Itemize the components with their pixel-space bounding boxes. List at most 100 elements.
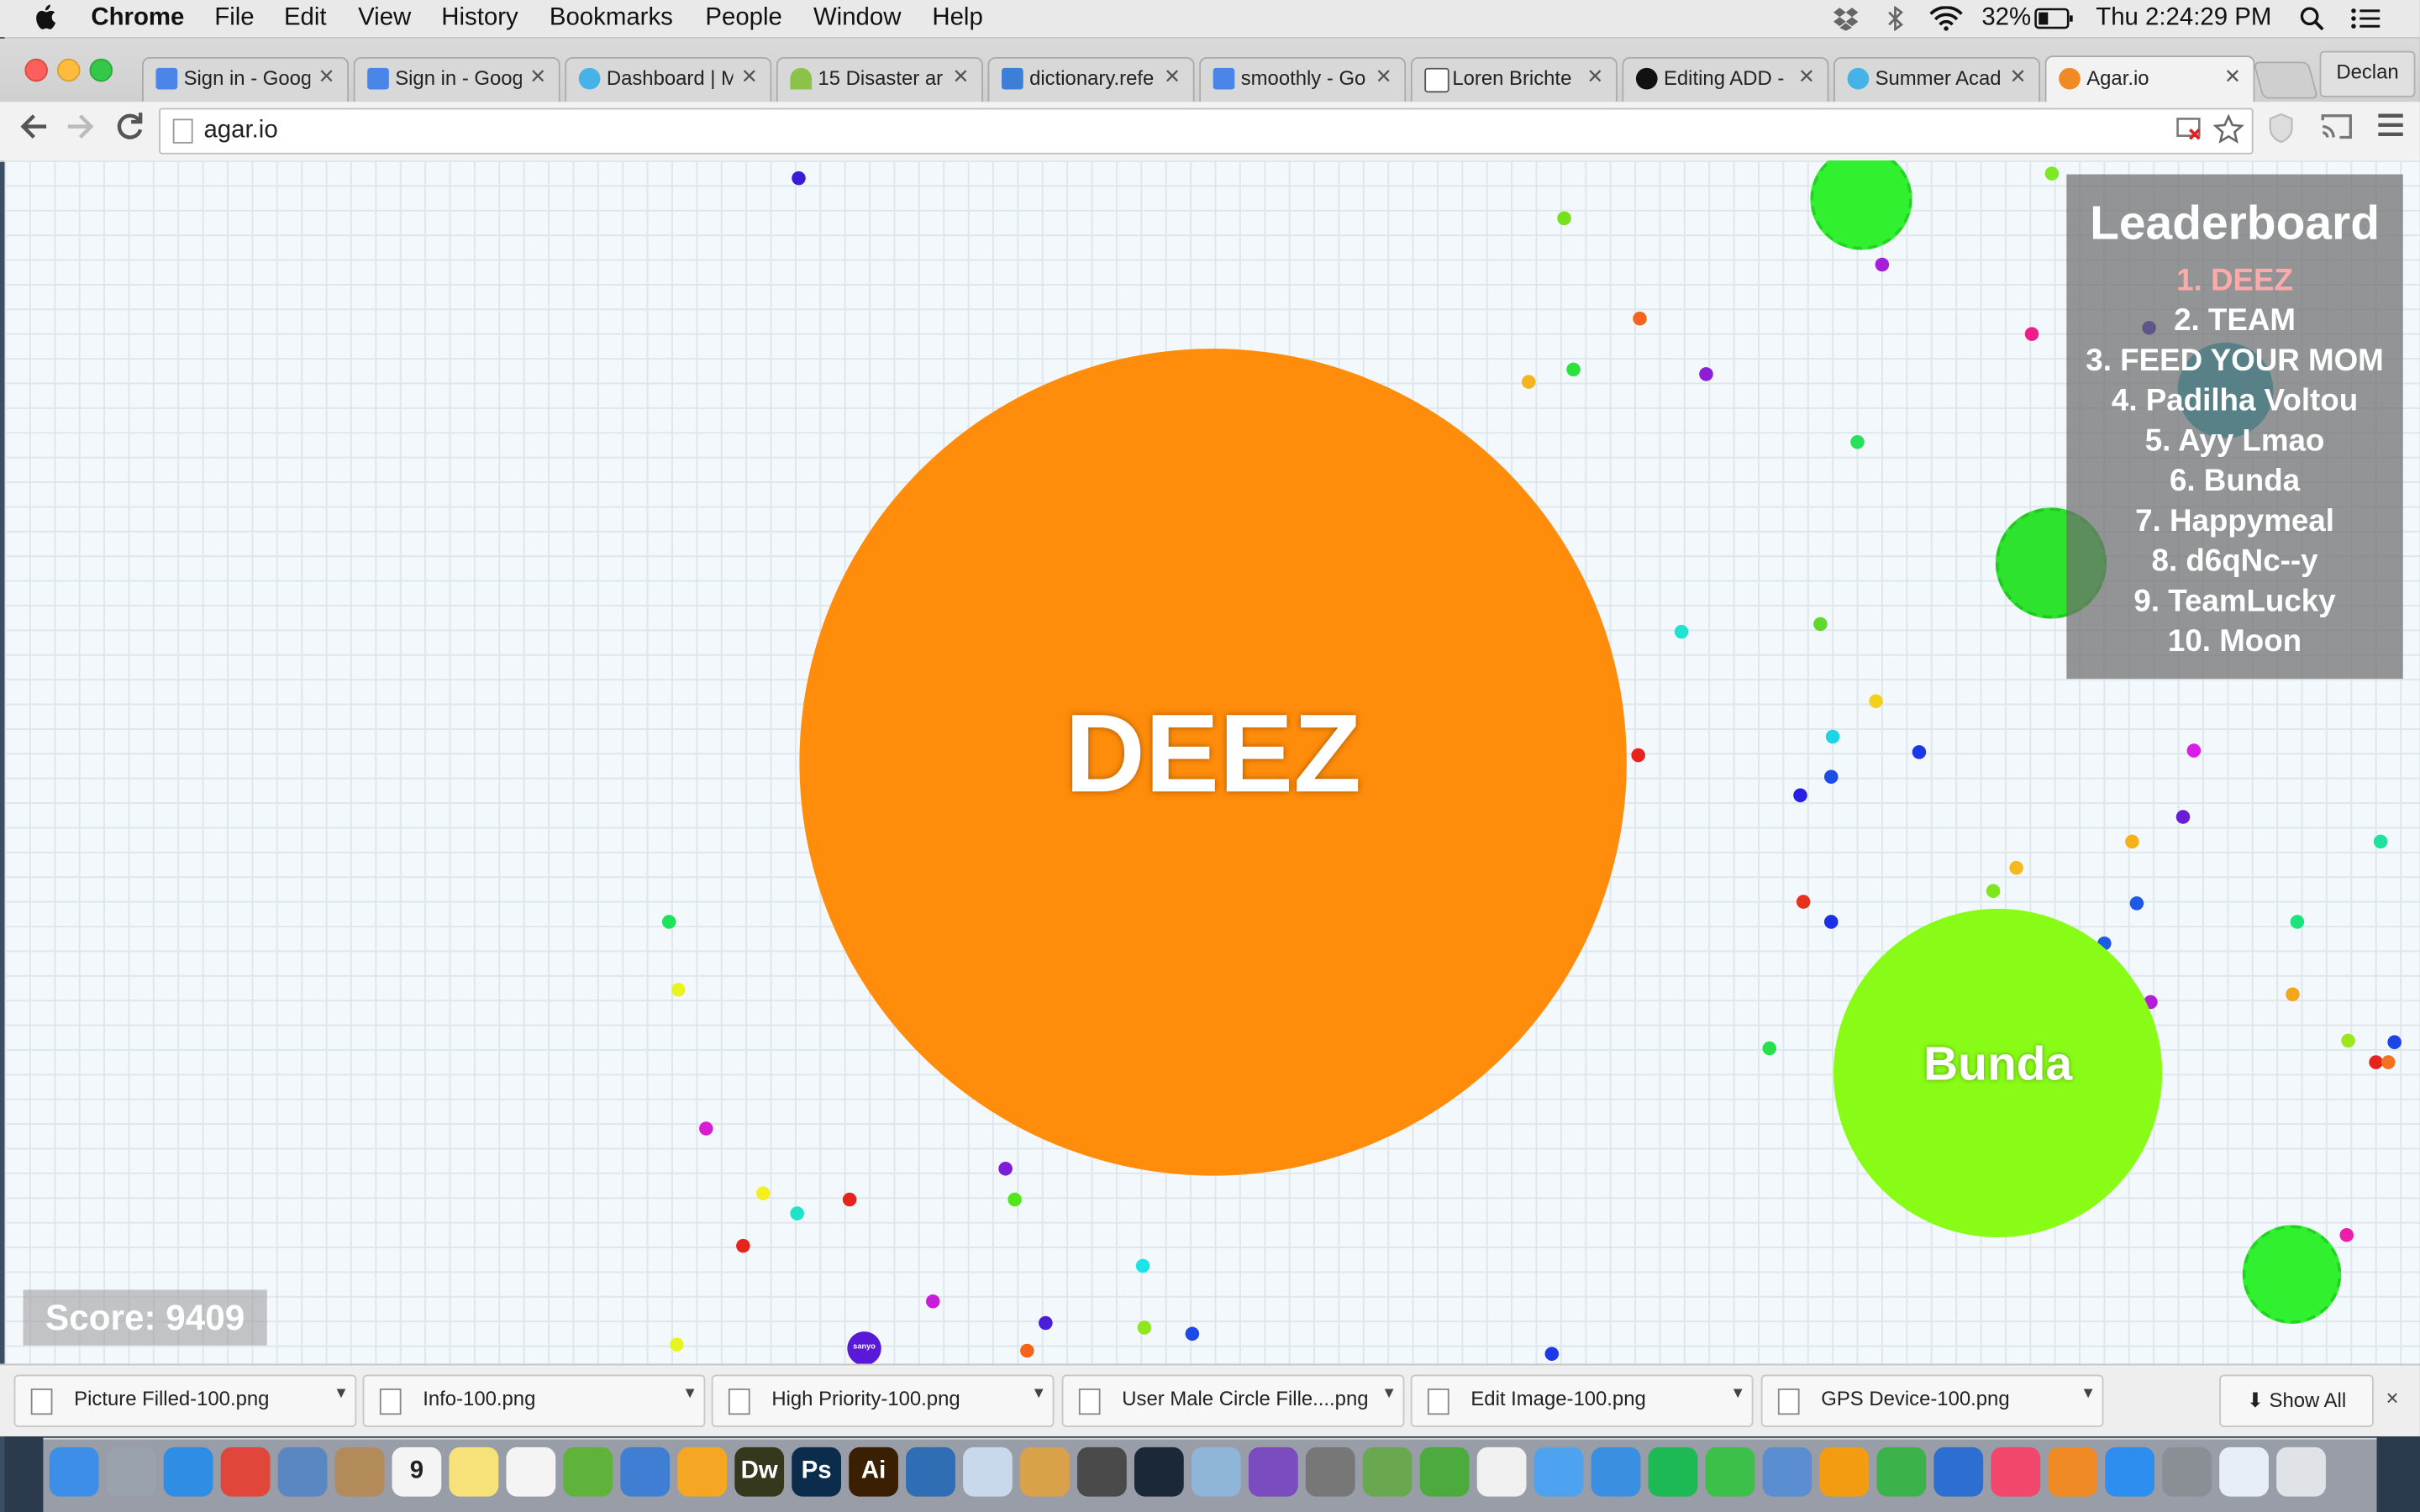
contacts-icon[interactable]: [334, 1446, 385, 1497]
utorrent-icon[interactable]: [1419, 1446, 1470, 1497]
finder-icon[interactable]: [49, 1446, 99, 1497]
xcode-icon[interactable]: [620, 1446, 671, 1497]
ibooks-icon[interactable]: [2048, 1446, 2098, 1497]
messages-icon[interactable]: [1534, 1446, 1584, 1497]
wifi-icon[interactable]: [1929, 5, 1963, 39]
download-item[interactable]: Edit Image-100.png ▼: [1410, 1374, 1754, 1427]
menu-help[interactable]: Help: [932, 5, 982, 33]
chevron-down-icon[interactable]: ▼: [1730, 1385, 1745, 1402]
close-tab-icon[interactable]: ✕: [1798, 65, 1815, 89]
chrome-menu-icon[interactable]: [2377, 113, 2405, 145]
sublime-icon[interactable]: [1077, 1446, 1127, 1497]
chrome-icon[interactable]: [220, 1446, 271, 1497]
tab-dictionary[interactable]: dictionary.refe ✕: [987, 56, 1195, 102]
app-store-icon[interactable]: [2105, 1446, 2155, 1497]
tab-summer-academy[interactable]: Summer Acad ✕: [1833, 56, 2041, 102]
steam-icon[interactable]: [1134, 1446, 1184, 1497]
menu-edit[interactable]: Edit: [284, 5, 327, 33]
download-item[interactable]: High Priority-100.png ▼: [711, 1374, 1055, 1427]
close-tab-icon[interactable]: ✕: [2224, 65, 2241, 89]
download-item[interactable]: Info-100.png ▼: [362, 1374, 706, 1427]
photos-icon[interactable]: [1476, 1446, 1527, 1497]
chevron-down-icon[interactable]: ▼: [682, 1385, 697, 1402]
download-item[interactable]: User Male Circle Fille....png ▼: [1061, 1374, 1405, 1427]
pages-icon[interactable]: [1819, 1446, 1870, 1497]
forward-icon[interactable]: [65, 111, 96, 151]
facetime-icon[interactable]: [1705, 1446, 1755, 1497]
close-tab-icon[interactable]: ✕: [1376, 65, 1392, 89]
safari-icon[interactable]: [163, 1446, 213, 1497]
notes-icon[interactable]: [449, 1446, 499, 1497]
evernote-icon[interactable]: [563, 1446, 613, 1497]
image-viewer-icon[interactable]: [1191, 1446, 1241, 1497]
battery-icon[interactable]: [2034, 8, 2075, 37]
bookmark-star-icon[interactable]: [2212, 113, 2244, 153]
imovie-icon[interactable]: [1248, 1446, 1298, 1497]
close-tab-icon[interactable]: ✕: [318, 65, 335, 89]
spotlight-search-icon[interactable]: [2300, 6, 2324, 39]
cast-icon[interactable]: [2320, 113, 2354, 148]
sketch-icon[interactable]: [677, 1446, 728, 1497]
reminders-icon[interactable]: [506, 1446, 556, 1497]
close-window-button[interactable]: [24, 58, 48, 82]
tab-dashboard[interactable]: Dashboard | M ✕: [565, 56, 772, 102]
menu-clock[interactable]: Thu 2:24:29 PM: [2096, 5, 2271, 33]
launchpad-icon[interactable]: [106, 1446, 156, 1497]
menu-bookmarks[interactable]: Bookmarks: [550, 5, 673, 33]
dropbox-status-icon[interactable]: [1832, 6, 1860, 39]
dreamweaver-icon[interactable]: Dw: [734, 1446, 785, 1497]
menu-people[interactable]: People: [705, 5, 782, 33]
tab-smoothly[interactable]: smoothly - Go ✕: [1199, 56, 1407, 102]
profile-button[interactable]: Declan: [2319, 50, 2416, 97]
keynote-icon[interactable]: [1933, 1446, 1984, 1497]
blocked-popup-icon[interactable]: [2176, 118, 2204, 150]
screen-icon[interactable]: [906, 1446, 955, 1497]
documents-folder-icon[interactable]: [2219, 1446, 2269, 1497]
notification-center-icon[interactable]: [2350, 8, 2381, 37]
menu-history[interactable]: History: [441, 5, 518, 33]
system-preferences-icon[interactable]: [2162, 1446, 2212, 1497]
illustrator-icon[interactable]: Ai: [849, 1446, 898, 1497]
numbers-icon[interactable]: [1876, 1446, 1927, 1497]
back-icon[interactable]: [18, 111, 50, 151]
earth-icon[interactable]: [1362, 1446, 1413, 1497]
adblock-shield-icon[interactable]: [2267, 113, 2295, 151]
close-tab-icon[interactable]: ✕: [2010, 65, 2027, 89]
close-tab-icon[interactable]: ✕: [1586, 65, 1603, 89]
close-tab-icon[interactable]: ✕: [952, 65, 969, 89]
tab-loren-brichter[interactable]: Loren Brichte ✕: [1410, 56, 1618, 102]
photo-booth-icon[interactable]: [1305, 1446, 1355, 1497]
zoom-window-button[interactable]: [89, 58, 113, 82]
dropbox-icon[interactable]: [1591, 1446, 1641, 1497]
tab-sign-in-1[interactable]: Sign in - Goog ✕: [141, 56, 350, 102]
download-item[interactable]: GPS Device-100.png ▼: [1760, 1374, 2104, 1427]
chevron-down-icon[interactable]: ▼: [334, 1385, 349, 1402]
tab-agar-io[interactable]: Agar.io ✕: [2044, 55, 2255, 104]
menu-file[interactable]: File: [214, 5, 254, 33]
tab-sign-in-2[interactable]: Sign in - Goog ✕: [353, 56, 560, 102]
battery-percent[interactable]: 32%: [1981, 5, 2031, 33]
new-tab-button[interactable]: [2253, 61, 2319, 99]
address-bar[interactable]: agar.io: [159, 108, 2254, 155]
textedit-icon[interactable]: [1762, 1446, 1812, 1497]
close-tab-icon[interactable]: ✕: [529, 65, 546, 89]
close-tab-icon[interactable]: ✕: [741, 65, 758, 89]
menu-view[interactable]: View: [358, 5, 411, 33]
spotify-icon[interactable]: [1648, 1446, 1698, 1497]
bluetooth-icon[interactable]: [1886, 5, 1904, 39]
calendar-icon[interactable]: 9: [392, 1446, 442, 1497]
menu-app-name[interactable]: Chrome: [91, 5, 184, 33]
mascot-icon[interactable]: [1020, 1446, 1070, 1497]
chevron-down-icon[interactable]: ▼: [1031, 1385, 1046, 1402]
reload-icon[interactable]: [114, 111, 145, 151]
close-downloads-icon[interactable]: ×: [2386, 1385, 2399, 1410]
trash-icon[interactable]: [2276, 1446, 2326, 1497]
preview-icon[interactable]: [277, 1446, 328, 1497]
close-tab-icon[interactable]: ✕: [1164, 65, 1181, 89]
tab-disaster[interactable]: 15 Disaster ar ✕: [776, 56, 983, 102]
chevron-down-icon[interactable]: ▼: [1381, 1385, 1397, 1402]
menu-window[interactable]: Window: [813, 5, 902, 33]
minimize-window-button[interactable]: [56, 58, 81, 82]
download-item[interactable]: Picture Filled-100.png ▼: [13, 1374, 357, 1427]
penguin-icon[interactable]: [963, 1446, 1013, 1497]
